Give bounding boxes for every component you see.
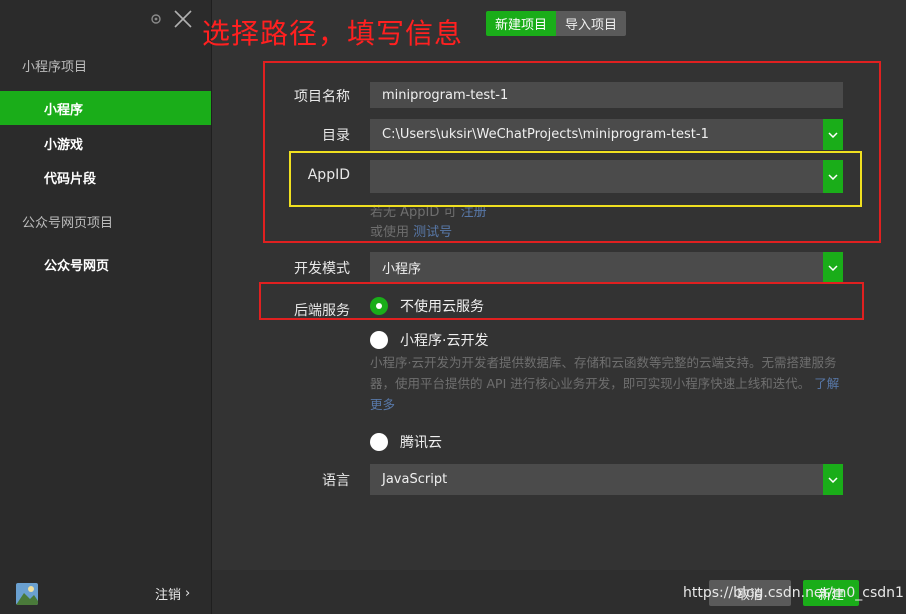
language-label: 语言 [322,473,350,489]
backend-option-tencent[interactable]: 腾讯云 [370,432,442,452]
sidebar: 小程序项目 小程序 小游戏 代码片段 公众号网页项目 公众号网页 注销 › [0,0,212,614]
tab-new-project[interactable]: 新建项目 [486,11,557,36]
sidebar-footer: 注销 › [0,576,211,614]
radio-unchecked-icon[interactable] [370,331,388,349]
settings-icon[interactable] [150,13,162,25]
sidebar-item-miniprogram[interactable]: 小程序 [0,91,211,125]
chevron-right-icon: › [185,586,191,601]
avatar[interactable] [16,583,38,605]
watermark: https://blog.csdn.net/m0_csdn1 [683,585,904,601]
annotation-title: 选择路径，填写信息 [202,17,464,50]
annotation-box-backend [259,282,864,320]
close-icon[interactable] [172,8,194,30]
language-dropdown-button[interactable] [823,464,843,495]
dev-mode-select[interactable]: 小程序 [370,252,843,283]
chevron-down-icon [828,476,838,483]
sidebar-item-code-snippet[interactable]: 代码片段 [0,160,211,194]
language-select[interactable]: JavaScript [370,464,843,495]
sidebar-item-minigame[interactable]: 小游戏 [0,126,211,160]
cloud-description: 小程序·云开发为开发者提供数据库、存储和云函数等完整的云端支持。无需搭建服务器，… [370,352,848,415]
group-label-miniprogram: 小程序项目 [22,60,88,75]
tab-import-project[interactable]: 导入项目 [556,11,627,36]
group-label-official-account: 公众号网页项目 [22,216,114,231]
logout-label: 注销 [155,588,182,603]
backend-option-label: 小程序·云开发 [400,333,489,349]
dev-mode-dropdown-button[interactable] [823,252,843,283]
logout-button[interactable]: 注销 › [155,584,190,603]
backend-option-label: 腾讯云 [400,435,442,451]
window-controls [150,8,194,30]
annotation-box-appid [289,151,862,207]
top-tabs: 新建项目 导入项目 [486,11,627,36]
language-value: JavaScript [382,472,448,487]
dev-mode-value: 小程序 [382,262,422,277]
backend-option-cloud[interactable]: 小程序·云开发 [370,330,488,350]
chevron-down-icon [828,264,838,271]
dev-mode-label: 开发模式 [294,261,350,277]
sidebar-item-official-web[interactable]: 公众号网页 [0,247,211,281]
radio-unchecked-icon[interactable] [370,433,388,451]
avatar-image-icon [16,583,38,605]
cloud-description-text: 小程序·云开发为开发者提供数据库、存储和云函数等完整的云端支持。无需搭建服务器，… [370,355,837,391]
